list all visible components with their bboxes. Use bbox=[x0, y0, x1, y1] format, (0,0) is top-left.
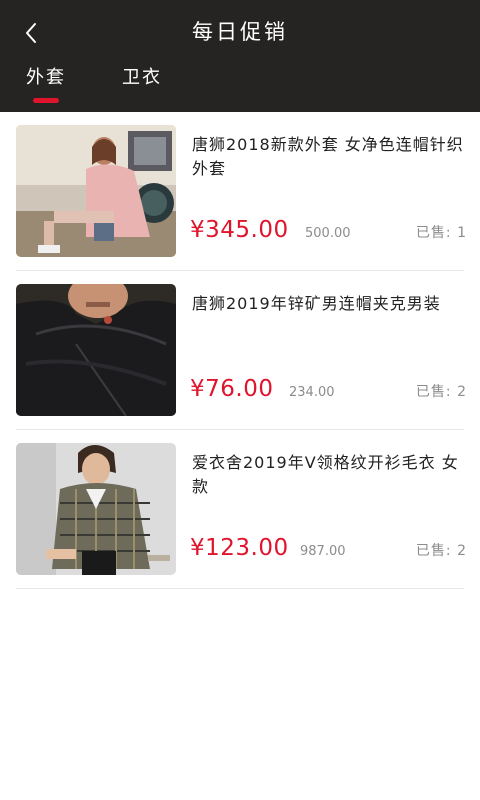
product-list: 唐狮2018新款外套 女净色连帽针织外套 ¥345.00 500.00 已售: … bbox=[16, 112, 467, 589]
active-tab-indicator bbox=[33, 98, 59, 103]
product-price: ¥123.00 bbox=[190, 535, 289, 561]
sold-count: 已售: 1 bbox=[415, 225, 467, 241]
product-item[interactable]: 唐狮2018新款外套 女净色连帽针织外套 ¥345.00 500.00 已售: … bbox=[16, 112, 467, 271]
category-tabs: 外套 卫衣 bbox=[0, 60, 480, 112]
product-name: 唐狮2018新款外套 女净色连帽针织外套 bbox=[192, 135, 464, 178]
original-price: 500.00 bbox=[305, 226, 351, 241]
product-item[interactable]: 爱衣舍2019年V领格纹开衫毛衣 女款 ¥123.00 987.00 已售: 2 bbox=[16, 430, 467, 589]
product-item[interactable]: 唐狮2019年锌矿男连帽夹克男装 ¥76.00 234.00 已售: 2 bbox=[16, 271, 467, 430]
product-name: 唐狮2019年锌矿男连帽夹克男装 bbox=[192, 294, 441, 313]
tab-label: 外套 bbox=[26, 67, 66, 88]
sold-count: 已售: 2 bbox=[415, 543, 467, 559]
product-name: 爱衣舍2019年V领格纹开衫毛衣 女款 bbox=[192, 453, 459, 496]
page-title: 每日促销 bbox=[192, 20, 288, 44]
product-price: ¥345.00 bbox=[190, 217, 289, 243]
product-image bbox=[16, 284, 176, 416]
tab-outerwear[interactable]: 外套 bbox=[26, 66, 66, 106]
product-image bbox=[16, 125, 176, 257]
tab-label: 卫衣 bbox=[122, 67, 162, 88]
original-price: 234.00 bbox=[289, 385, 335, 400]
product-image bbox=[16, 443, 176, 575]
sold-count: 已售: 2 bbox=[415, 384, 467, 400]
tab-hoodies[interactable]: 卫衣 bbox=[122, 66, 162, 106]
original-price: 987.00 bbox=[300, 544, 346, 559]
product-price: ¥76.00 bbox=[190, 376, 274, 402]
app-header: 每日促销 外套 卫衣 bbox=[0, 0, 480, 112]
